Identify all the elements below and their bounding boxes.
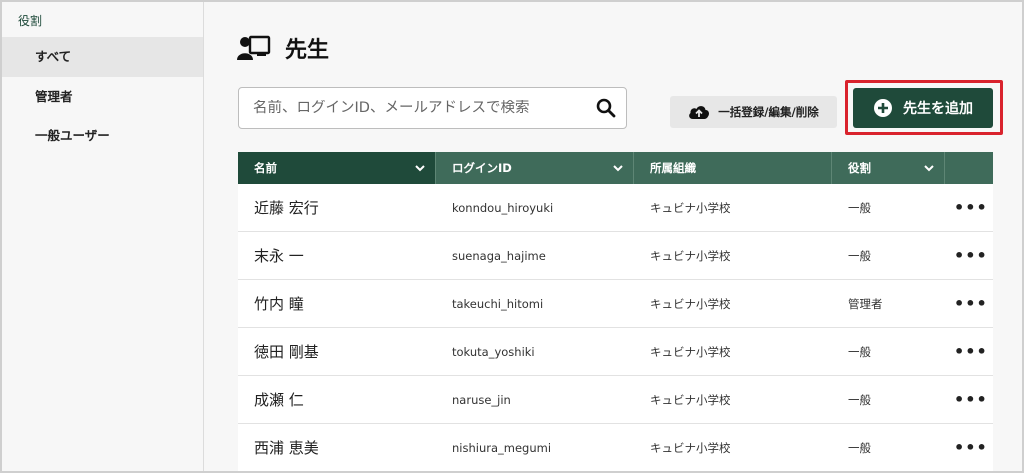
cloud-upload-icon [689,106,710,119]
column-header-name[interactable]: 名前 [238,152,436,184]
page-title-text: 先生 [285,38,330,63]
table-row: 近藤 宏行 konndou_hiroyuki キュビナ小学校 一般 ••• [238,184,993,232]
chevron-down-icon [613,165,623,172]
sidebar-item-all[interactable]: すべて [2,37,203,77]
teacher-table: 名前 ログインID 所属組織 役割 近藤 宏行 konndou_hiroyuki… [238,152,993,471]
bulk-edit-label: 一括登録/編集/削除 [718,105,819,119]
cell-role: 一般 [848,201,871,215]
more-options-icon[interactable]: ••• [954,376,987,424]
chevron-down-icon [415,165,425,172]
add-teacher-button[interactable]: 先生を追加 [853,88,993,128]
cell-name: 西浦 恵美 [254,439,319,457]
cell-organization: キュビナ小学校 [650,297,731,311]
main-content: 先生 一括登録/編集/削除 先生を追加 [205,2,1022,471]
cell-name: 成瀬 仁 [254,391,304,409]
cell-organization: キュビナ小学校 [650,249,731,263]
table-header: 名前 ログインID 所属組織 役割 [238,152,993,184]
search-icon[interactable] [596,98,616,118]
plus-circle-icon [874,99,892,117]
search-box [238,87,627,129]
cell-login-id: suenaga_hajime [452,249,546,263]
column-header-login-id[interactable]: ログインID [436,152,634,184]
chevron-down-icon [924,165,934,172]
page-title: 先生 [237,30,329,66]
cell-role: 一般 [848,249,871,263]
sidebar-item-admin[interactable]: 管理者 [2,77,203,117]
cell-name: 末永 一 [254,247,304,265]
cell-role: 一般 [848,393,871,407]
cell-login-id: tokuta_yoshiki [452,345,535,359]
add-teacher-label: 先生を追加 [903,101,973,117]
cell-login-id: konndou_hiroyuki [452,201,554,215]
cell-role: 一般 [848,441,871,455]
cell-role: 一般 [848,345,871,359]
table-row: 西浦 恵美 nishiura_megumi キュビナ小学校 一般 ••• [238,424,993,471]
cell-organization: キュビナ小学校 [650,393,731,407]
bulk-edit-button[interactable]: 一括登録/編集/削除 [670,96,837,128]
table-row: 徳田 剛基 tokuta_yoshiki キュビナ小学校 一般 ••• [238,328,993,376]
column-header-organization: 所属組織 [634,152,832,184]
cell-role: 管理者 [848,297,883,311]
sidebar-item-general-user[interactable]: 一般ユーザー [2,116,203,156]
teacher-board-icon [237,35,271,60]
table-row: 成瀬 仁 naruse_jin キュビナ小学校 一般 ••• [238,376,993,424]
cell-login-id: naruse_jin [452,393,511,407]
cell-organization: キュビナ小学校 [650,201,731,215]
search-input[interactable] [253,100,583,116]
column-header-role[interactable]: 役割 [832,152,945,184]
cell-name: 近藤 宏行 [254,199,319,217]
table-row: 竹内 瞳 takeuchi_hitomi キュビナ小学校 管理者 ••• [238,280,993,328]
more-options-icon[interactable]: ••• [954,328,987,376]
more-options-icon[interactable]: ••• [954,232,987,280]
cell-organization: キュビナ小学校 [650,441,731,455]
more-options-icon[interactable]: ••• [954,424,987,471]
app-window: 役割 すべて 管理者 一般ユーザー 先生 名前、ログインID、メールアドレスで検… [0,0,1024,473]
sidebar-heading: 役割 [18,14,43,28]
sidebar: 役割 すべて 管理者 一般ユーザー [2,2,204,471]
cell-organization: キュビナ小学校 [650,345,731,359]
cell-login-id: takeuchi_hitomi [452,297,544,311]
column-header-actions [945,152,993,184]
cell-name: 徳田 剛基 [254,343,319,361]
more-options-icon[interactable]: ••• [954,184,987,232]
table-row: 末永 一 suenaga_hajime キュビナ小学校 一般 ••• [238,232,993,280]
cell-name: 竹内 瞳 [254,295,304,313]
more-options-icon[interactable]: ••• [954,280,987,328]
cell-login-id: nishiura_megumi [452,441,552,455]
